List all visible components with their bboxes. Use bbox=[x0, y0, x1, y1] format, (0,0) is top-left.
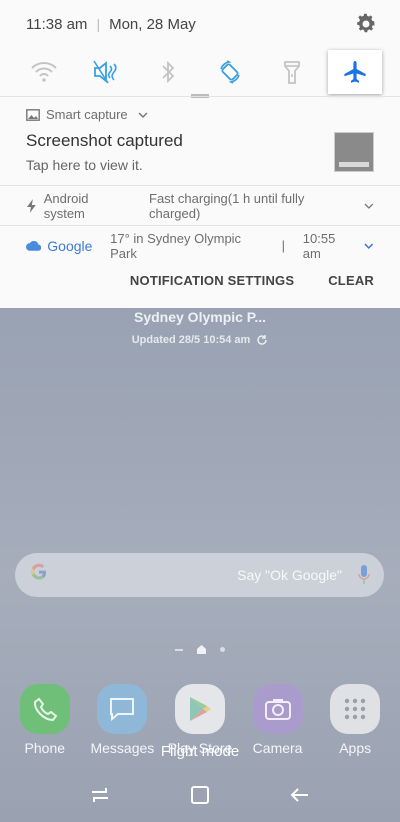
cloud-icon bbox=[26, 240, 42, 251]
notification-time: 10:55 am bbox=[302, 230, 336, 261]
chevron-down-icon[interactable] bbox=[364, 241, 374, 251]
date: Mon, 28 May bbox=[109, 15, 196, 33]
notification-panel: 11:38 am | Mon, 28 May Smart capture Scr… bbox=[0, 0, 400, 308]
play-store-icon bbox=[174, 684, 225, 734]
notification-app-name: Smart capture bbox=[46, 107, 128, 122]
google-search-bar[interactable]: Say "Ok Google" bbox=[15, 553, 384, 597]
page-dot bbox=[175, 648, 183, 651]
wifi-icon bbox=[31, 62, 57, 82]
flashlight-icon bbox=[284, 61, 300, 84]
bluetooth-icon bbox=[162, 60, 175, 84]
search-hint: Say "Ok Google" bbox=[237, 567, 342, 583]
clock: 11:38 am bbox=[26, 15, 88, 33]
qs-airplane[interactable] bbox=[328, 50, 382, 94]
qs-sound[interactable] bbox=[80, 52, 132, 92]
notification-settings-button[interactable]: NOTIFICATION SETTINGS bbox=[130, 273, 294, 288]
auto-rotate-icon bbox=[220, 60, 240, 84]
home-icon bbox=[191, 786, 209, 804]
qs-auto-rotate[interactable] bbox=[204, 52, 256, 92]
notification-actions: NOTIFICATION SETTINGS CLEAR bbox=[0, 265, 400, 295]
page-indicator bbox=[0, 645, 400, 654]
notification-text: Fast charging(1 h until fully charged) bbox=[149, 190, 305, 221]
camera-icon bbox=[252, 684, 303, 734]
chevron-down-icon[interactable] bbox=[364, 201, 374, 211]
recents-icon bbox=[92, 788, 108, 802]
image-icon bbox=[26, 108, 40, 121]
notification-app-name: Android system bbox=[43, 190, 89, 221]
home-button[interactable] bbox=[180, 775, 220, 815]
weather-location: Sydney Olympic P... bbox=[133, 309, 267, 325]
apps-grid-icon bbox=[330, 684, 381, 734]
notification-title: Screenshot captured bbox=[26, 131, 183, 150]
status-header: 11:38 am | Mon, 28 May bbox=[0, 0, 400, 48]
notification-separator: | bbox=[281, 238, 286, 253]
mic-icon[interactable] bbox=[358, 565, 370, 585]
notification-android-system[interactable]: Android system Fast charging(1 h until f… bbox=[0, 185, 400, 225]
weather-updated: Updated 28/5 10:54 am bbox=[0, 334, 400, 346]
status-separator: | bbox=[96, 16, 101, 32]
refresh-icon[interactable] bbox=[256, 334, 268, 346]
google-logo-icon bbox=[29, 562, 53, 588]
clear-button[interactable]: CLEAR bbox=[328, 273, 374, 288]
back-button[interactable] bbox=[280, 775, 320, 815]
messages-icon bbox=[97, 684, 148, 734]
qs-bluetooth[interactable] bbox=[142, 52, 194, 92]
phone-icon bbox=[19, 684, 70, 734]
navigation-bar bbox=[0, 768, 400, 822]
quick-settings-row bbox=[0, 48, 400, 96]
recents-button[interactable] bbox=[80, 775, 120, 815]
airplane-icon bbox=[344, 61, 366, 83]
screenshot-thumbnail[interactable] bbox=[334, 132, 374, 172]
chevron-down-icon[interactable] bbox=[138, 110, 148, 120]
back-arrow-icon bbox=[290, 788, 308, 802]
home-page-icon bbox=[197, 645, 206, 654]
weather-updated-text: Updated 28/5 10:54 am bbox=[131, 334, 251, 346]
page-dot bbox=[220, 647, 225, 652]
notification-body: Tap here to view it. bbox=[26, 157, 143, 173]
gear-icon[interactable] bbox=[354, 12, 378, 36]
notification-app-name: Google bbox=[47, 237, 93, 254]
notification-header: Smart capture bbox=[26, 107, 374, 122]
notification-text: 17° in Sydney Olympic Park bbox=[110, 230, 242, 261]
flight-mode-toast: Flight mode bbox=[160, 743, 240, 760]
notification-smart-capture[interactable]: Smart capture Screenshot captured Tap he… bbox=[0, 96, 400, 185]
qs-flashlight[interactable] bbox=[266, 52, 318, 92]
qs-wifi[interactable] bbox=[18, 52, 70, 92]
sound-mute-icon bbox=[93, 60, 117, 84]
lightning-icon bbox=[26, 198, 36, 213]
notification-google[interactable]: Google 17° in Sydney Olympic Park | 10:5… bbox=[0, 225, 400, 265]
